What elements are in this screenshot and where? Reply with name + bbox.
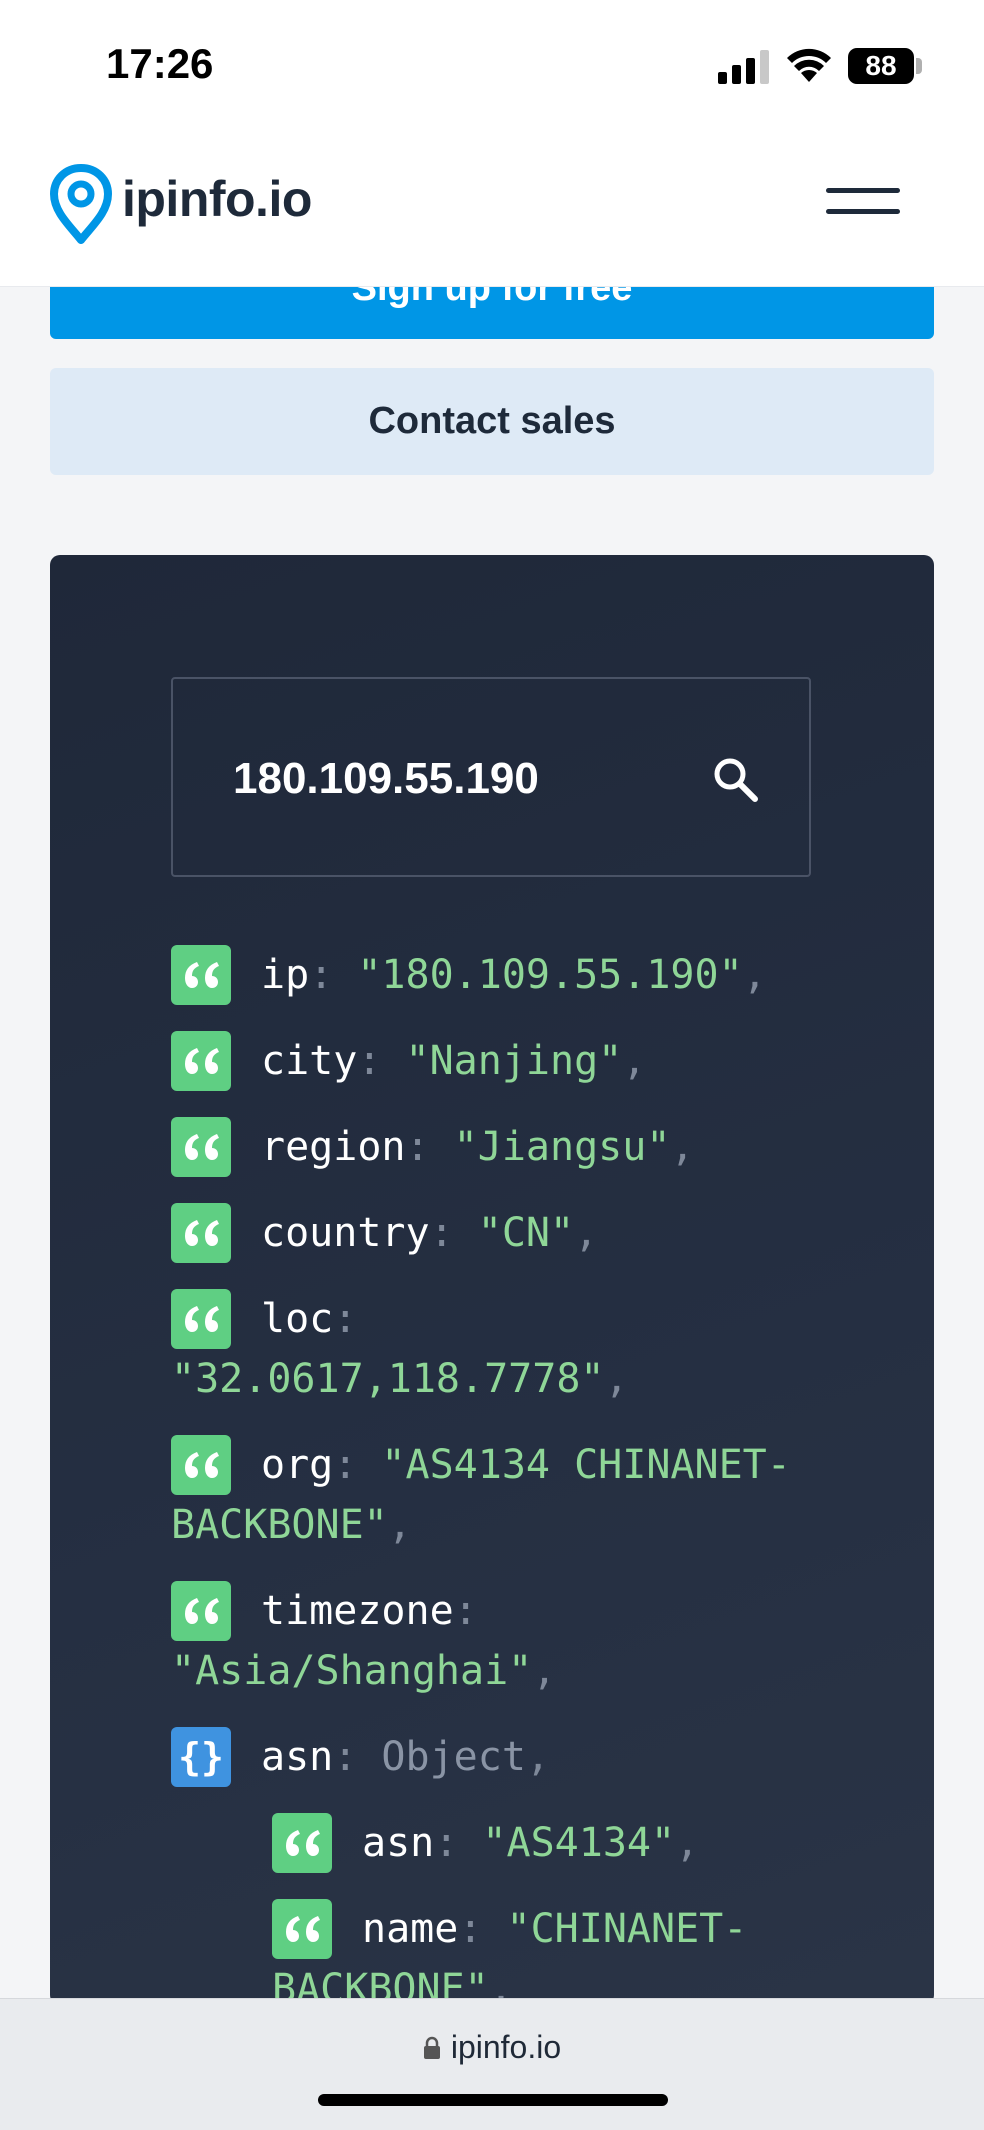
cellular-signal-icon (718, 50, 769, 84)
string-quote-icon (272, 1813, 332, 1873)
json-row-asn-object[interactable]: {} asn: Object, (171, 1727, 550, 1787)
string-quote-icon (171, 1117, 231, 1177)
string-quote-icon (171, 1031, 231, 1091)
ipinfo-logo-icon[interactable] (50, 164, 112, 244)
json-row-timezone: timezone: (171, 1581, 478, 1641)
json-row-city: city: "Nanjing", (171, 1031, 646, 1091)
json-row-asn-asn: asn: "AS4134", (272, 1813, 699, 1873)
contact-sales-button[interactable]: Contact sales (50, 368, 934, 475)
string-quote-icon (272, 1899, 332, 1959)
api-response-panel: ip: "180.109.55.190", city: "Nanjing", r… (50, 555, 934, 2012)
json-row-region: region: "Jiangsu", (171, 1117, 695, 1177)
wifi-icon (787, 48, 831, 82)
json-row-loc-value: "32.0617,118.7778", (171, 1356, 629, 1402)
ip-search-input[interactable] (233, 751, 673, 807)
string-quote-icon (171, 1289, 231, 1349)
json-row-timezone-value: "Asia/Shanghai", (171, 1648, 557, 1694)
battery-indicator: 88 (848, 48, 914, 84)
json-row-ip: ip: "180.109.55.190", (171, 945, 767, 1005)
url-display[interactable]: ipinfo.io (0, 2029, 984, 2066)
signup-button-label: Sign up for free (351, 287, 633, 309)
menu-line-icon (826, 188, 900, 193)
status-bar: 17:26 88 (0, 0, 984, 130)
string-quote-icon (171, 1581, 231, 1641)
json-row-country: country: "CN", (171, 1203, 598, 1263)
ip-search-box (171, 677, 811, 877)
json-row-loc: loc: (171, 1289, 357, 1349)
object-braces-icon: {} (171, 1727, 231, 1787)
browser-address-bar[interactable]: ipinfo.io (0, 1998, 984, 2130)
battery-tip (916, 58, 922, 74)
string-quote-icon (171, 945, 231, 1005)
status-time: 17:26 (106, 40, 214, 87)
menu-button[interactable] (826, 188, 900, 218)
lock-icon (423, 2036, 440, 2059)
url-text: ipinfo.io (450, 2029, 562, 2065)
json-row-org: org: "AS4134 CHINANET- (171, 1435, 791, 1495)
signup-button[interactable]: Sign up for free (50, 287, 934, 339)
json-row-asn-name: name: "CHINANET- (272, 1899, 747, 1959)
string-quote-icon (171, 1203, 231, 1263)
menu-line-icon (826, 209, 900, 214)
json-row-org-value: BACKBONE", (171, 1502, 412, 1548)
home-indicator[interactable] (318, 2094, 668, 2106)
string-quote-icon (171, 1435, 231, 1495)
site-header: ipinfo.io (0, 130, 984, 287)
search-icon[interactable] (711, 755, 759, 803)
logo-text[interactable]: ipinfo.io (122, 170, 312, 228)
